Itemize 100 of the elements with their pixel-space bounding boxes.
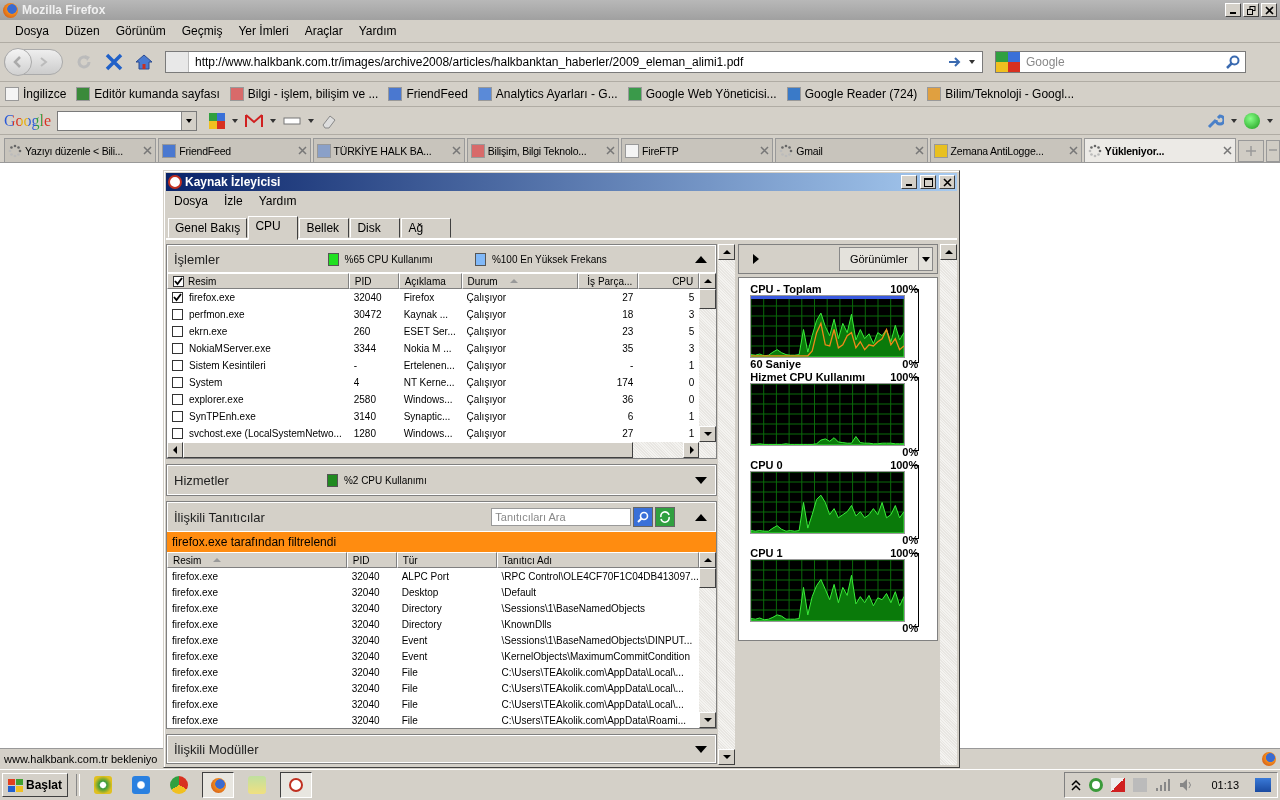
column-header[interactable]: İş Parça...	[578, 273, 639, 289]
google-search-field[interactable]	[57, 110, 198, 131]
mail-icon[interactable]	[245, 113, 264, 128]
close-icon[interactable]	[451, 146, 461, 155]
field-icon[interactable]	[283, 115, 302, 126]
menu-item[interactable]: Yardım	[250, 194, 305, 208]
refresh-button[interactable]	[655, 507, 676, 527]
app-icon[interactable]	[94, 776, 113, 794]
search-icon[interactable]	[1226, 55, 1240, 69]
close-icon[interactable]	[1068, 146, 1078, 155]
menu-item[interactable]: İzle	[216, 194, 251, 208]
browser-icon[interactable]	[170, 776, 189, 794]
row-checkbox[interactable]	[172, 326, 183, 337]
browser-tab[interactable]: TÜRKİYE HALK BA...	[312, 138, 465, 162]
tab[interactable]: Disk	[350, 218, 401, 238]
column-header[interactable]: PID	[348, 273, 399, 289]
browser-tab[interactable]: Yükleniyor...	[1083, 138, 1237, 162]
row-checkbox[interactable]	[172, 428, 183, 439]
alert-icon[interactable]	[1111, 778, 1126, 792]
maximize-button[interactable]	[920, 175, 936, 189]
caret-icon[interactable]	[307, 117, 316, 124]
menu-item[interactable]: Geçmiş	[173, 24, 231, 38]
tab[interactable]: Genel Bakış	[168, 218, 248, 238]
tab[interactable]: Ağ	[401, 218, 452, 238]
start-button[interactable]: Başlat	[2, 773, 69, 797]
close-icon[interactable]	[297, 146, 307, 155]
bookmark[interactable]: İngilizce	[5, 87, 67, 101]
close-icon[interactable]	[760, 146, 770, 155]
row-checkbox[interactable]	[172, 360, 183, 371]
column-header[interactable]: Resim	[167, 552, 347, 568]
tab[interactable]: CPU	[248, 216, 299, 240]
bookmark-label[interactable]: İngilizce	[23, 87, 67, 101]
tab[interactable]: Bellek	[299, 218, 350, 238]
expand-icon[interactable]	[695, 745, 708, 753]
column-header[interactable]: CPU	[638, 273, 700, 289]
browser-tab[interactable]: Bilişim, Bilgi Teknolo...	[466, 138, 620, 162]
section-header[interactable]: Hizmetler %2 CPU Kullanımı	[167, 465, 717, 495]
column-header[interactable]: Durum	[461, 273, 579, 289]
select-all-checkbox[interactable]	[173, 275, 184, 287]
row-checkbox[interactable]	[172, 309, 183, 320]
scrollbar[interactable]	[718, 244, 736, 765]
minimize-button[interactable]	[901, 175, 917, 189]
browser-icon[interactable]	[132, 776, 151, 794]
stop-icon[interactable]	[105, 53, 123, 71]
browser-tab[interactable]: Zemana AntiLogge...	[929, 138, 1082, 162]
column-header[interactable]: Resim	[167, 273, 349, 289]
views-dropdown-button[interactable]	[919, 247, 933, 271]
caret-icon[interactable]	[1230, 117, 1238, 124]
restore-button[interactable]	[1243, 3, 1259, 17]
chevron-icon[interactable]	[1071, 779, 1082, 791]
close-button[interactable]	[1261, 3, 1277, 17]
row-checkbox[interactable]	[172, 377, 183, 388]
column-header[interactable]: Tanıtıcı Adı	[496, 552, 700, 568]
monitor-taskbar-button[interactable]	[280, 772, 313, 798]
search-bar[interactable]: Google	[995, 51, 1246, 73]
google-icon[interactable]	[209, 112, 226, 129]
column-header[interactable]: Tür	[396, 552, 497, 568]
menu-item[interactable]: Düzen	[57, 24, 108, 38]
expand-icon[interactable]	[695, 476, 708, 484]
bookmark-label[interactable]: FriendFeed	[406, 87, 468, 101]
browser-tab[interactable]: FireFTP	[621, 138, 774, 162]
status-dot-icon[interactable]	[1244, 112, 1260, 129]
row-checkbox[interactable]	[172, 292, 183, 303]
close-icon[interactable]	[606, 146, 616, 155]
section-header[interactable]: İlişkili Tanıtıcılar Tanıtıcıları Ara	[167, 502, 717, 532]
section-header[interactable]: İşlemler %65 CPU Kullanımı %100 En Yüksek Frekans	[167, 245, 717, 273]
scrollbar[interactable]	[699, 273, 717, 442]
row-checkbox[interactable]	[172, 343, 183, 354]
firefox-taskbar-button[interactable]	[202, 772, 235, 798]
bookmark[interactable]: FriendFeed	[388, 87, 468, 101]
collapse-icon[interactable]	[695, 513, 708, 521]
search-button[interactable]	[633, 507, 654, 527]
caret-icon[interactable]	[185, 117, 194, 124]
expand-icon[interactable]	[753, 254, 760, 264]
menu-item[interactable]: Araçlar	[296, 24, 351, 38]
scrollbar[interactable]	[167, 442, 717, 458]
caret-icon[interactable]	[269, 117, 278, 124]
menu-item[interactable]: Dosya	[166, 194, 216, 208]
antivirus-icon[interactable]	[1089, 778, 1104, 792]
go-arrow-icon[interactable]	[948, 56, 962, 68]
browser-tab[interactable]: Yazıyı düzenle < Bili...	[4, 138, 157, 162]
collapse-icon[interactable]	[695, 255, 708, 263]
column-header[interactable]: PID	[346, 552, 397, 568]
scrollbar[interactable]	[940, 244, 957, 765]
row-checkbox[interactable]	[172, 411, 183, 422]
close-button[interactable]	[939, 175, 955, 189]
close-icon[interactable]	[1223, 146, 1233, 155]
menu-item[interactable]: Görünüm	[107, 24, 174, 38]
browser-tab[interactable]: Gmail	[775, 138, 928, 162]
menu-item[interactable]: Dosya	[7, 24, 57, 38]
scrollbar[interactable]	[699, 552, 717, 728]
browser-tab[interactable]: FriendFeed	[158, 138, 311, 162]
dropdown-icon[interactable]	[968, 59, 976, 65]
address-field[interactable]: http://www.halkbank.com.tr/images/archive2008/articles/halkbanktan_haberler/2009_eleman_alimi1.pdf	[165, 51, 983, 73]
section-header[interactable]: İlişkili Modüller	[167, 735, 717, 763]
search-engine-icon[interactable]	[996, 52, 1020, 72]
caret-icon[interactable]	[231, 117, 240, 124]
views-button[interactable]: Görünümler	[838, 247, 919, 271]
close-icon[interactable]	[914, 146, 924, 155]
column-header[interactable]: Açıklama	[398, 273, 462, 289]
